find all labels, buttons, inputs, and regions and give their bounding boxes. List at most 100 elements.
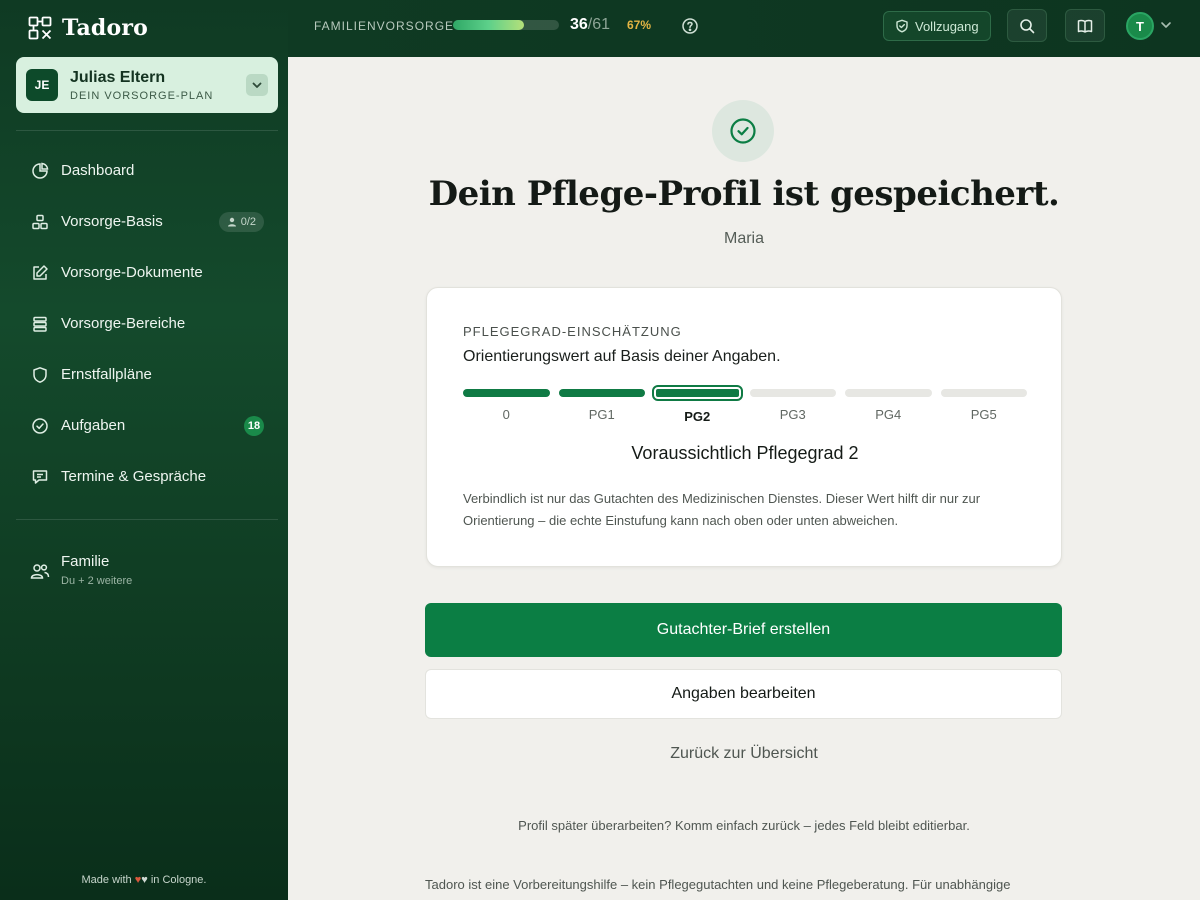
sidebar-item-label: Vorsorge-Dokumente (61, 264, 203, 281)
check-circle-icon (730, 118, 756, 144)
scale-step-bar (845, 389, 932, 397)
sidebar-item-vorsorge-basis[interactable]: Vorsorge-Basis 0/2 (16, 196, 278, 247)
scale-step: PG5 (940, 389, 1027, 424)
person-icon (227, 217, 236, 226)
scale-step-label: PG2 (684, 409, 711, 424)
sidebar-item-ernstfallplaene[interactable]: Ernstfallpläne (16, 349, 278, 400)
made-with-suffix: in Cologne. (150, 874, 207, 886)
chevron-down-icon[interactable] (1160, 20, 1172, 30)
sidebar-item-label: Termine & Gespräche (61, 468, 207, 485)
sidebar-divider (16, 519, 278, 520)
sidebar-item-vorsorge-bereiche[interactable]: Vorsorge-Bereiche (16, 298, 278, 349)
sidebar-item-dashboard[interactable]: Dashboard (16, 145, 278, 196)
task-count-badge: 18 (244, 415, 264, 436)
care-grade-card: PFLEGEGRAD-EINSCHÄTZUNG Orientierungswer… (426, 287, 1062, 567)
family-text: Familie Du + 2 weitere (61, 553, 132, 587)
sidebar-item-aufgaben[interactable]: Aufgaben 18 (16, 400, 278, 451)
chat-icon (30, 467, 50, 487)
plan-title: Julias Eltern (70, 68, 166, 86)
sidebar-item-termine[interactable]: Termine & Gespräche (16, 451, 278, 502)
back-to-overview-link[interactable]: Zurück zur Übersicht (288, 745, 1200, 763)
search-icon (1020, 18, 1035, 33)
sidebar: Tadoro JE Julias Eltern DEIN VORSORGE-PL… (0, 0, 288, 900)
scale-step-label: 0 (502, 407, 510, 422)
made-with-footer: Made with ♥♥ in Cologne. (0, 874, 288, 886)
sidebar-item-vorsorge-dokumente[interactable]: Vorsorge-Dokumente (16, 247, 278, 298)
chevron-down-icon (252, 82, 262, 88)
success-indicator (712, 100, 774, 162)
scale-step-bar (652, 385, 743, 401)
scale-step-bar (558, 389, 645, 397)
scale-step-label: PG1 (588, 407, 615, 422)
person-name: Maria (723, 230, 764, 247)
main-content: Dein Pflege-Profil ist gespeichert. Mari… (288, 57, 1200, 900)
brand-name: Tadoro (62, 15, 149, 41)
made-with-prefix: Made with (81, 874, 132, 886)
progress-bar (453, 20, 559, 30)
edit-hint: Profil später überarbeiten? Komm einfach… (518, 818, 970, 833)
scale-step: PG3 (749, 389, 836, 424)
progress-bar-fill (453, 20, 525, 30)
card-kicker: PFLEGEGRAD-EINSCHÄTZUNG (463, 324, 682, 339)
sidebar-item-label: Ernstfallpläne (61, 366, 152, 383)
member-count-text: 0/2 (240, 215, 256, 228)
plan-subtitle: DEIN VORSORGE-PLAN (70, 89, 214, 102)
progress-percent: 67% (627, 18, 652, 32)
create-report-letter-button[interactable]: Gutachter-Brief erstellen (425, 603, 1062, 657)
sidebar-item-label: Dashboard (61, 162, 135, 179)
sidebar-item-label: Vorsorge-Basis (61, 213, 163, 230)
top-bar: FAMILIENVORSORGE 36/61 67% Vollzugang T (288, 0, 1200, 57)
scale-step-bar (940, 389, 1027, 397)
plan-text: Julias Eltern DEIN VORSORGE-PLAN (70, 69, 246, 102)
sidebar-nav: Dashboard Vorsorge-Basis 0/2 Vorsorge-Do… (16, 145, 278, 502)
scale-step-bar (463, 389, 550, 397)
heart-icon: ♥ (141, 874, 148, 886)
edit-details-button[interactable]: Angaben bearbeiten (425, 669, 1062, 719)
help-icon[interactable] (681, 17, 699, 35)
blocks-icon (30, 212, 50, 232)
sidebar-divider (16, 130, 278, 131)
scale-step: 0 (463, 389, 550, 424)
sidebar-item-label: Aufgaben (61, 417, 126, 434)
family-link[interactable]: Familie Du + 2 weitere (16, 545, 278, 595)
progress-done: 36 (570, 16, 588, 33)
user-avatar[interactable]: T (1126, 12, 1154, 40)
stack-icon (30, 314, 50, 334)
progress-total: /61 (587, 16, 611, 33)
book-icon (1077, 19, 1093, 33)
check-circle-icon (30, 416, 50, 436)
family-subtitle: Du + 2 weitere (61, 575, 133, 587)
card-lead: Orientierungswert auf Basis deiner Angab… (463, 348, 781, 365)
progress-count: 36/61 (570, 16, 610, 34)
search-button[interactable] (1007, 9, 1047, 42)
shield-icon (30, 365, 50, 385)
tadoro-logo-icon (28, 16, 52, 40)
brand[interactable]: Tadoro (28, 14, 148, 42)
family-title: Familie (61, 553, 110, 570)
shield-check-icon (896, 19, 908, 33)
member-count-badge: 0/2 (218, 211, 264, 232)
guide-button[interactable] (1065, 9, 1105, 42)
disclaimer: Tadoro ist eine Vorbereitungshilfe – kei… (425, 877, 1011, 892)
progress-label: FAMILIENVORSORGE (314, 19, 455, 33)
page-title: Dein Pflege-Profil ist gespeichert. (428, 174, 1060, 214)
scale-step-label: PG5 (970, 407, 997, 422)
scale-step: PG4 (845, 389, 932, 424)
care-grade-result: Voraussichtlich Pflegegrad 2 (631, 443, 859, 463)
scale-step-label: PG3 (779, 407, 806, 422)
people-icon (30, 561, 50, 581)
edit-document-icon (30, 263, 50, 283)
plan-dropdown-toggle[interactable] (246, 74, 268, 96)
sidebar-item-label: Vorsorge-Bereiche (61, 315, 186, 332)
scale-step: PG1 (558, 389, 645, 424)
access-label: Vollzugang (915, 18, 979, 34)
plan-avatar: JE (26, 69, 58, 101)
scale-step-label: PG4 (875, 407, 902, 422)
scale-step: PG2 (652, 385, 743, 424)
plan-switcher[interactable]: JE Julias Eltern DEIN VORSORGE-PLAN (16, 57, 278, 113)
card-note: Verbindlich ist nur das Gutachten des Me… (463, 491, 981, 528)
care-grade-scale: 0 PG1 PG2 PG3 PG4 PG5 (463, 385, 1027, 424)
pie-chart-icon (30, 161, 50, 181)
access-badge-button[interactable]: Vollzugang (883, 11, 991, 41)
scale-step-bar (749, 389, 836, 397)
